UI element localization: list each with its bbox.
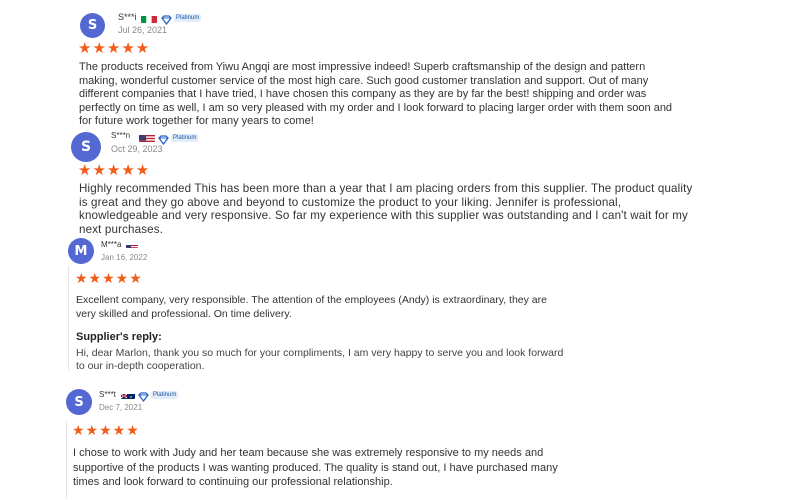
review-card: S S***i Platinum Jul 26, 2021 ★★★★★ The … <box>0 0 800 128</box>
review-card: S S***t Platinum Dec 7, 2021 ★★★★★ I cho… <box>0 376 800 500</box>
avatar: S <box>71 132 101 162</box>
star-rating: ★★★★★ <box>78 39 151 57</box>
review-text: Excellent company, very responsible. The… <box>76 294 547 320</box>
avatar: S <box>66 389 92 415</box>
italy-flag-icon <box>141 13 157 23</box>
usa-flag-icon <box>139 132 155 142</box>
star-rating: ★★★★★ <box>72 423 140 439</box>
review-date: Dec 7, 2021 <box>99 403 143 412</box>
usa-flag-icon <box>126 240 138 248</box>
reviewer-name: S***n <box>111 131 131 140</box>
review-text: The products received from Yiwu Angqi ar… <box>79 61 673 128</box>
review-date: Jul 26, 2021 <box>118 25 168 35</box>
review-date: Jan 16, 2022 <box>101 253 148 262</box>
platinum-badge: Platinum <box>174 14 202 22</box>
australia-flag-icon <box>121 390 135 399</box>
reviewer-name: S***i <box>118 12 137 22</box>
divider <box>66 422 67 498</box>
review-text: I chose to work with Judy and her team b… <box>73 447 558 488</box>
divider <box>68 266 69 371</box>
platinum-badge: Platinum <box>151 391 179 399</box>
review-card: M M***a Jan 16, 2022 ★★★★★ Excellent com… <box>0 236 800 376</box>
avatar: M <box>68 238 94 264</box>
avatar: S <box>80 13 105 38</box>
supplier-reply-title: Supplier's reply: <box>76 331 162 343</box>
reviewer-name: M***a <box>101 240 122 249</box>
review-text: Highly recommended This has been more th… <box>79 182 693 236</box>
review-card: S S***n Platinum Oct 29, 2023 ★★★★★ High… <box>0 128 800 236</box>
supplier-reply-text: Hi, dear Marlon, thank you so much for y… <box>76 347 564 372</box>
review-date: Oct 29, 2023 <box>111 144 163 154</box>
star-rating: ★★★★★ <box>78 161 151 179</box>
platinum-badge: Platinum <box>171 134 199 142</box>
reviewer-name: S***t <box>99 390 116 399</box>
star-rating: ★★★★★ <box>75 271 143 287</box>
